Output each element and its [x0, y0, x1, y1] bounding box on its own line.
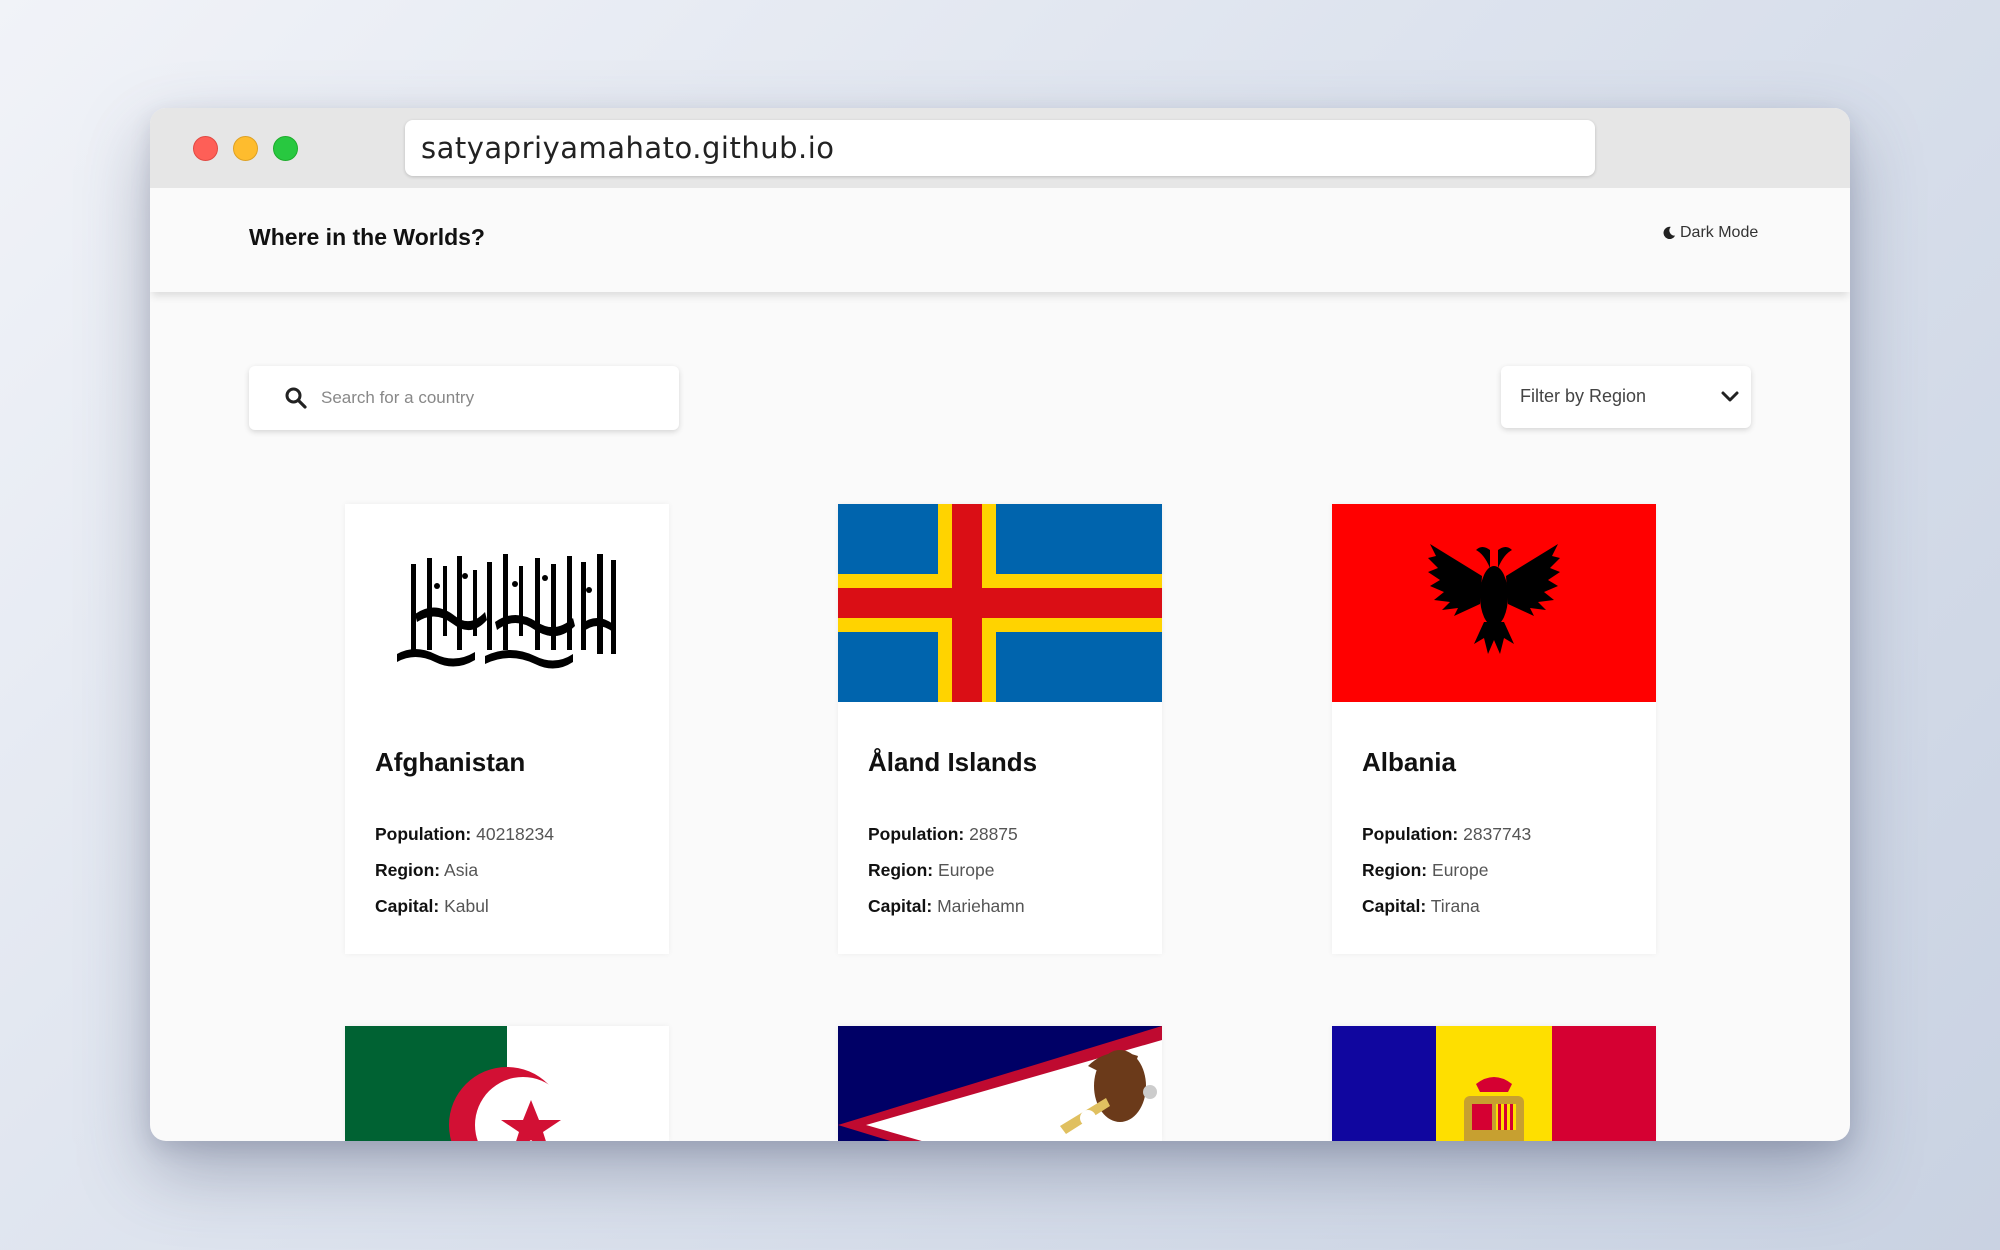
albania-flag-image: [1332, 504, 1656, 702]
capital-value: Kabul: [444, 896, 489, 916]
country-name: Albania: [1362, 747, 1456, 777]
capital-row: Capital: Mariehamn: [868, 896, 1025, 916]
region-row: Region: Europe: [868, 860, 995, 880]
maximize-window-button[interactable]: [273, 136, 298, 161]
country-name: Åland Islands: [868, 747, 1038, 777]
country-flag: [345, 1026, 669, 1141]
capital-row: Capital: Tirana: [1362, 896, 1480, 916]
region-row: Region: Asia: [375, 860, 479, 880]
andorra-flag-image: [1332, 1026, 1656, 1141]
country-card[interactable]: [345, 1026, 669, 1141]
capital-value: Tirana: [1430, 896, 1480, 916]
afghanistan-flag-image: [345, 504, 669, 702]
region-value: Europe: [1432, 860, 1489, 880]
dark-mode-toggle[interactable]: Dark Mode: [1662, 224, 1758, 242]
region-row: Region: Europe: [1362, 860, 1489, 880]
region-value: Europe: [938, 860, 995, 880]
search-input[interactable]: [321, 378, 661, 418]
browser-toolbar: satyapriyamahato.github.io: [150, 108, 1850, 188]
filter-label: Filter by Region: [1520, 386, 1647, 406]
site-header: Where in the Worlds? Dark Mode: [150, 188, 1850, 292]
country-card[interactable]: Albania Population: 2837743 Region: Euro…: [1332, 504, 1656, 954]
minimize-window-button[interactable]: [233, 136, 258, 161]
algeria-flag-image: [345, 1026, 669, 1141]
moon-icon: [1663, 226, 1676, 240]
page-title: Where in the Worlds?: [249, 224, 485, 250]
search-box[interactable]: [249, 366, 679, 430]
region-value: Asia: [444, 860, 479, 880]
population-value: 2837743: [1463, 824, 1532, 844]
american-samoa-flag-image: [838, 1026, 1162, 1141]
aland-islands-flag-image: [838, 504, 1162, 702]
capital-row: Capital: Kabul: [375, 896, 489, 916]
country-card[interactable]: [1332, 1026, 1656, 1141]
address-bar[interactable]: satyapriyamahato.github.io: [405, 120, 1595, 176]
population-row: Population: 28875: [868, 824, 1018, 844]
country-flag: [345, 504, 669, 702]
population-row: Population: 2837743: [1362, 824, 1532, 844]
country-flag: [1332, 1026, 1656, 1141]
country-card[interactable]: Afghanistan Population: 40218234 Region:…: [345, 504, 669, 954]
capital-value: Mariehamn: [937, 896, 1025, 916]
population-value: 40218234: [476, 824, 554, 844]
country-card[interactable]: [838, 1026, 1162, 1141]
population-value: 28875: [969, 824, 1018, 844]
country-flag: [838, 504, 1162, 702]
dark-mode-label: Dark Mode: [1680, 224, 1759, 241]
chevron-down-icon: [1721, 391, 1739, 402]
browser-window: satyapriyamahato.github.io Where in the …: [150, 108, 1850, 1141]
close-window-button[interactable]: [193, 136, 218, 161]
population-row: Population: 40218234: [375, 824, 554, 844]
country-flag: [838, 1026, 1162, 1141]
country-flag: [1332, 504, 1656, 702]
region-filter-select[interactable]: Filter by Region: [1501, 366, 1751, 428]
search-icon: [285, 387, 307, 409]
country-card[interactable]: Åland Islands Population: 28875 Region: …: [838, 504, 1162, 954]
country-name: Afghanistan: [375, 747, 526, 777]
